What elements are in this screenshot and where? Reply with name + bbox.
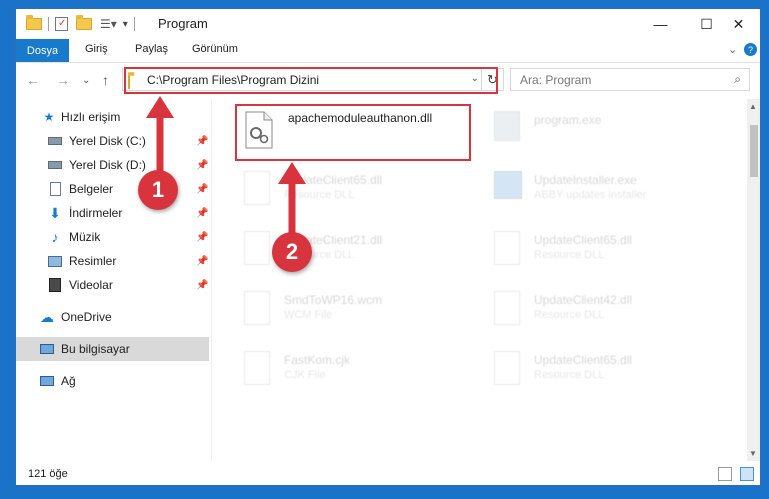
annotation-arrows [146,96,306,240]
step-badge-1: 1 [138,170,178,210]
step-badge-2: 2 [272,232,312,272]
